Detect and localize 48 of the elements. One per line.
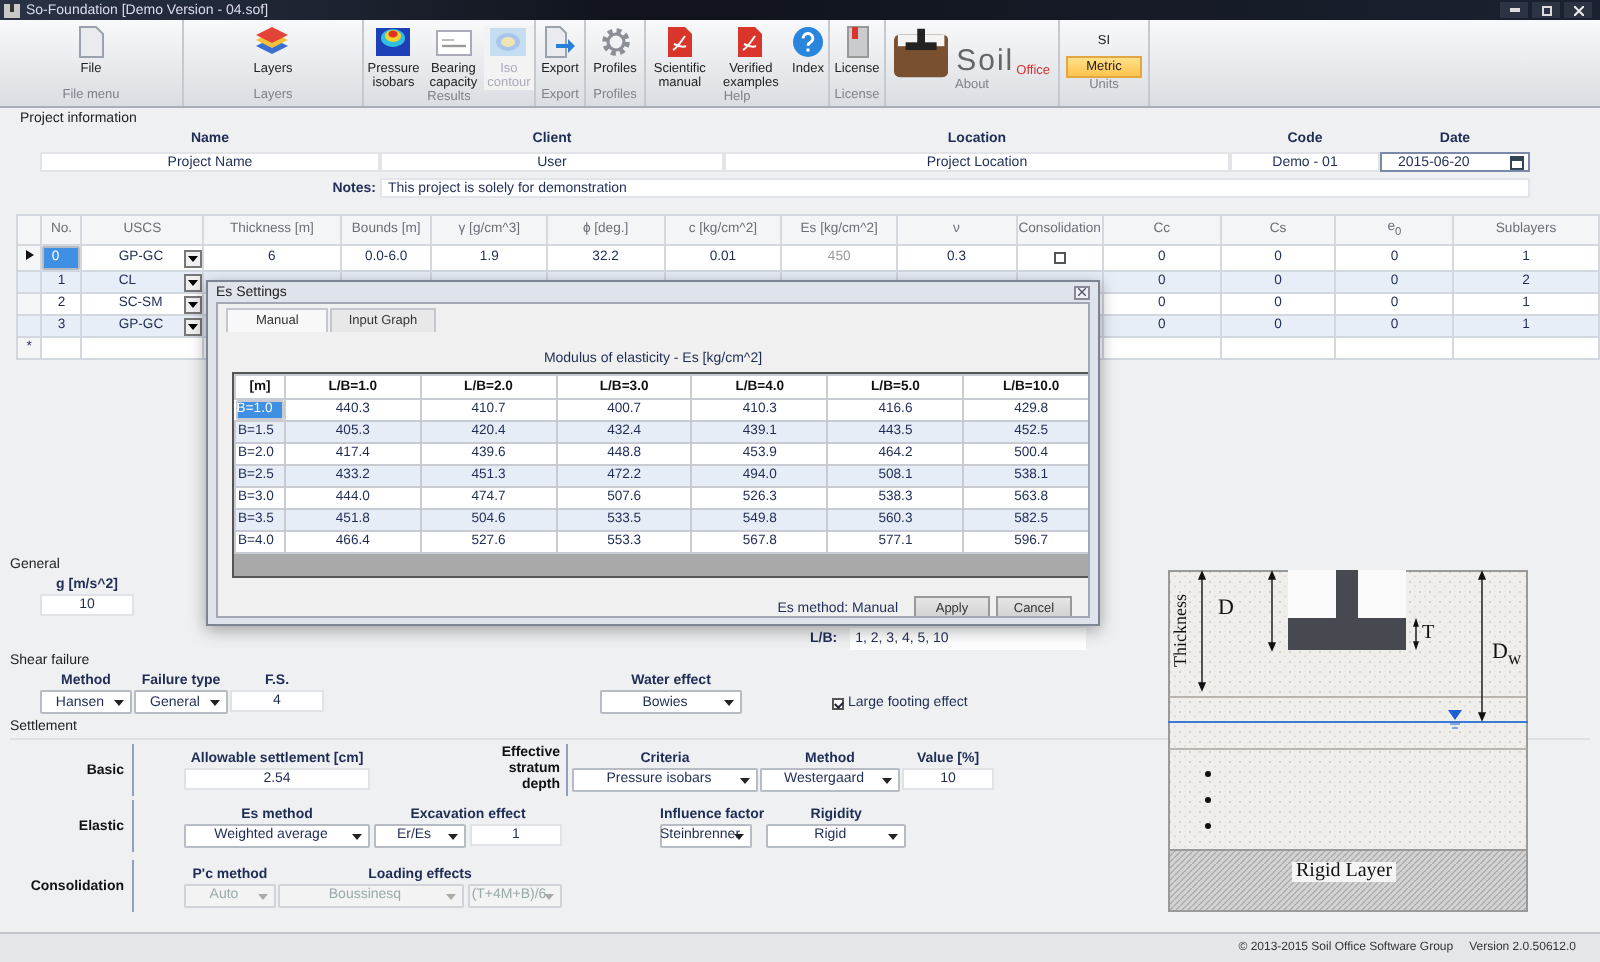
contour-icon (490, 26, 527, 58)
caret-icon (448, 833, 458, 840)
caret-icon (258, 893, 268, 900)
caret-icon (734, 833, 744, 840)
logo-text: Soil (956, 46, 1015, 78)
gear-icon (599, 26, 631, 58)
row-header[interactable] (17, 245, 42, 272)
checkbox[interactable] (832, 697, 844, 710)
checkbox[interactable] (1053, 251, 1066, 264)
caret-icon (446, 893, 456, 900)
layers-icon (254, 26, 291, 58)
rigid-layer-label: Rigid Layer (1292, 862, 1397, 883)
caret-icon (544, 893, 554, 900)
close-button[interactable] (1564, 2, 1592, 18)
foundation-icon (894, 26, 949, 78)
document-icon (665, 26, 694, 58)
thickness-label: Thickness (1172, 594, 1190, 668)
help-icon (792, 26, 824, 58)
document-icon (78, 26, 104, 58)
export-icon (543, 26, 576, 58)
caret-icon (188, 279, 199, 286)
caret-icon (882, 777, 892, 784)
row-pointer-icon (25, 250, 34, 261)
close-icon (1573, 5, 1583, 15)
maximize-icon (1541, 5, 1551, 15)
thickness-symbol: T (1422, 624, 1435, 645)
depth-label: D (1218, 598, 1234, 621)
water-depth-label: D$_{w}$ (1492, 642, 1522, 670)
app-icon (4, 3, 20, 17)
caret-icon (724, 700, 734, 707)
calendar-icon (1510, 155, 1524, 169)
caret-icon (114, 700, 124, 707)
graph-icon (435, 26, 472, 58)
minimize-button[interactable] (1500, 2, 1528, 18)
caret-icon (888, 833, 899, 840)
document-icon (736, 26, 765, 58)
book-icon (845, 26, 869, 58)
caret-icon (352, 833, 362, 840)
caret-icon (188, 301, 199, 308)
minimize-icon (1509, 8, 1519, 12)
caret-icon (210, 700, 220, 707)
close-button[interactable] (1074, 285, 1090, 299)
caret-icon (188, 255, 199, 262)
maximize-button[interactable] (1532, 2, 1560, 18)
close-icon (1078, 288, 1086, 296)
heatmap-icon (376, 26, 411, 58)
caret-icon (740, 777, 750, 784)
caret-icon (188, 323, 199, 330)
